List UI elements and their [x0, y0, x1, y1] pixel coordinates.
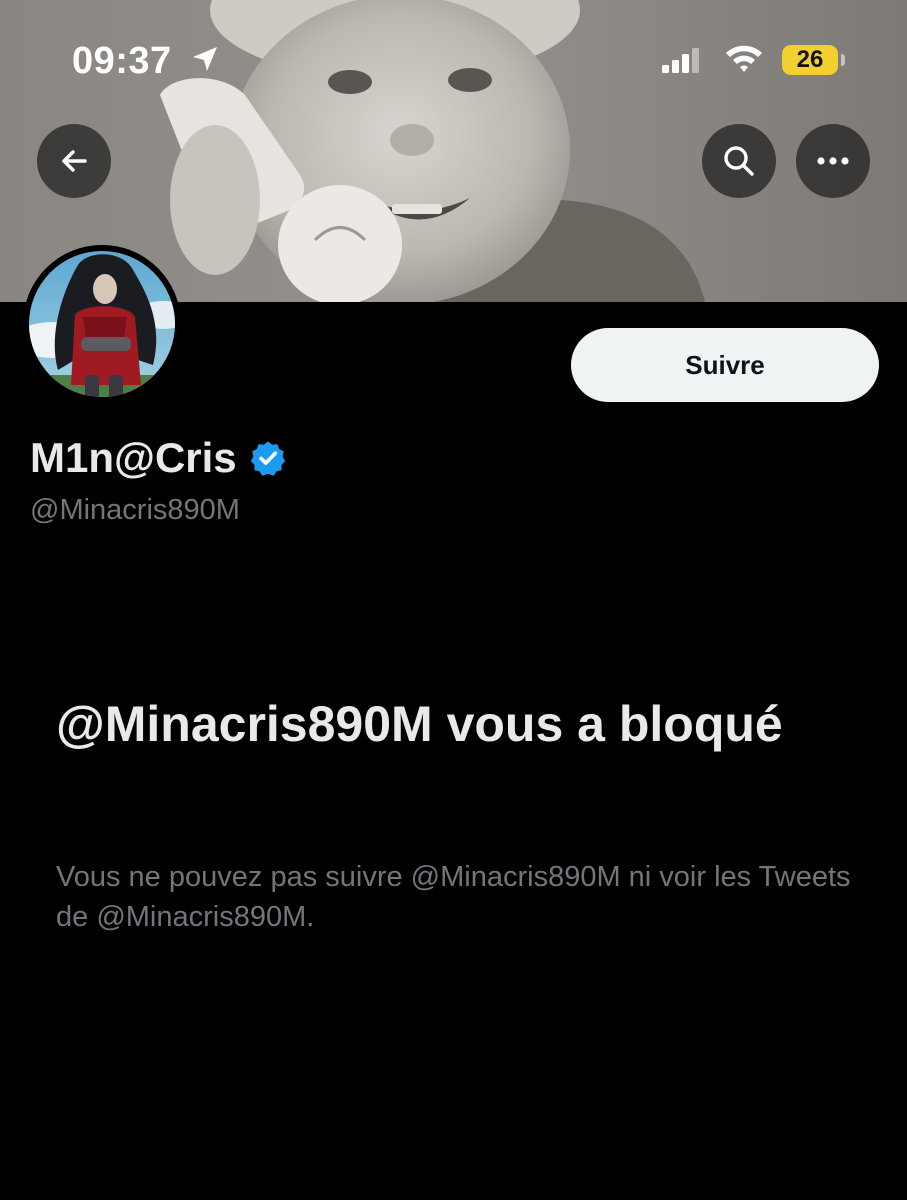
- search-button[interactable]: [702, 124, 776, 198]
- arrow-left-icon: [62, 150, 87, 172]
- cellular-signal-icon: [662, 47, 702, 78]
- back-button[interactable]: [37, 124, 111, 198]
- avatar-image: [23, 245, 181, 403]
- follow-button[interactable]: Suivre: [571, 328, 879, 402]
- battery-tip: [841, 54, 845, 66]
- more-horizontal-icon: [817, 157, 849, 165]
- verified-badge-icon[interactable]: [249, 439, 287, 477]
- profile-handle: @Minacris890M: [30, 494, 240, 526]
- blocked-description: Vous ne pouvez pas suivre @Minacris890M …: [56, 861, 851, 933]
- battery-level: 26: [796, 46, 824, 73]
- display-name-row: M1n@Cris: [30, 430, 287, 486]
- blocked-title: @Minacris890M vous a bloqué: [56, 696, 783, 752]
- search-icon: [724, 146, 754, 176]
- more-options-button[interactable]: [796, 124, 870, 198]
- battery-icon: 26: [782, 45, 838, 75]
- display-name: M1n@Cris: [30, 434, 237, 481]
- wifi-icon: [724, 42, 764, 79]
- status-time: 09:37: [72, 40, 172, 82]
- status-bar: 09:37 26: [0, 0, 907, 120]
- location-arrow-icon: [190, 44, 220, 79]
- profile-screen: 09:37 26 Suivre M1n@Cris @Minacris890M @…: [0, 0, 907, 1200]
- follow-button-label: Suivre: [685, 349, 765, 380]
- avatar[interactable]: [23, 245, 181, 403]
